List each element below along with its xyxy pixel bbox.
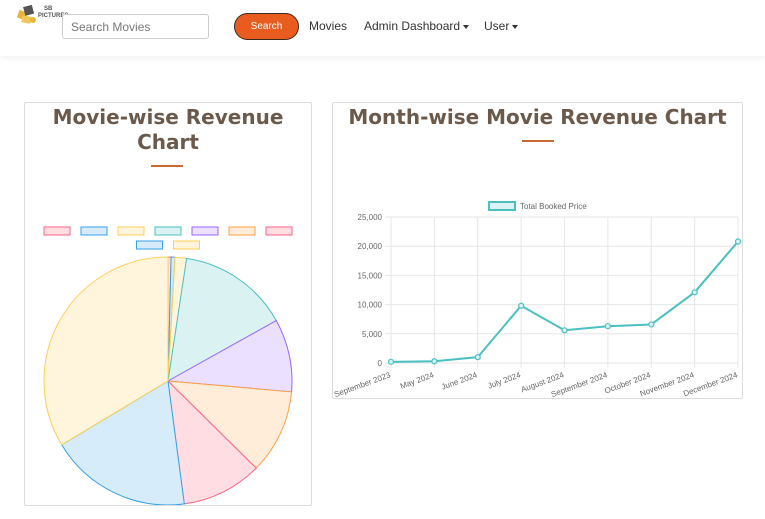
search-button[interactable]: Search: [234, 13, 299, 40]
search-input[interactable]: [62, 14, 209, 39]
y-tick-label: 0: [378, 359, 383, 368]
legend-swatch-4[interactable]: [191, 226, 219, 236]
legend-swatch-7[interactable]: [136, 240, 163, 250]
y-tick-label: 20,000: [358, 242, 383, 251]
y-tick-label: 5,000: [362, 330, 383, 339]
legend-swatch-total-booked-price[interactable]: [488, 201, 516, 211]
month-revenue-card: Month-wise Movie Revenue Chart Total Boo…: [332, 102, 743, 399]
data-point-8[interactable]: [734, 238, 742, 245]
nav-link-movies[interactable]: Movies: [309, 19, 347, 33]
movie-revenue-card: Movie-wise Revenue Chart: [24, 102, 312, 506]
legend-swatch-6[interactable]: [265, 226, 293, 236]
y-tick-label: 15,000: [358, 271, 383, 280]
data-point-0[interactable]: [387, 358, 395, 365]
legend-swatch-8[interactable]: [173, 240, 200, 250]
legend-label: Total Booked Price: [520, 202, 587, 211]
nav-link-admin-dashboard[interactable]: Admin Dashboard: [364, 19, 470, 33]
legend-swatch-1[interactable]: [80, 226, 108, 236]
caret-down-icon: [512, 24, 519, 29]
legend-swatch-0[interactable]: [43, 226, 71, 236]
line-chart: Total Booked Price 0 5,000 10,000 15,000 20,0…: [333, 201, 742, 398]
data-point-3[interactable]: [518, 302, 525, 309]
x-tick-label: September 2023: [333, 370, 392, 398]
data-point-6[interactable]: [648, 321, 655, 328]
legend-swatch-5[interactable]: [228, 226, 256, 236]
legend-swatch-3[interactable]: [154, 226, 182, 236]
data-point-5[interactable]: [604, 323, 611, 330]
x-tick-label: July 2024: [487, 370, 523, 390]
caret-down-icon: [463, 24, 470, 29]
y-tick-label: 25,000: [358, 213, 383, 222]
pie-chart: [43, 226, 293, 505]
data-point-4[interactable]: [561, 327, 568, 334]
y-tick-label: 10,000: [358, 301, 383, 310]
user-label: User: [484, 19, 510, 33]
nav-link-user[interactable]: User: [484, 19, 519, 33]
data-point-7[interactable]: [691, 289, 698, 296]
x-tick-label: June 2024: [440, 370, 479, 391]
admin-dashboard-label: Admin Dashboard: [364, 19, 461, 33]
data-point-2[interactable]: [474, 354, 481, 361]
x-tick-label: May 2024: [399, 370, 436, 391]
navbar: SB PICTURES Search Movies Admin Dashboar…: [0, 0, 765, 56]
data-point-1[interactable]: [431, 358, 438, 365]
legend-swatch-2[interactable]: [117, 226, 145, 236]
